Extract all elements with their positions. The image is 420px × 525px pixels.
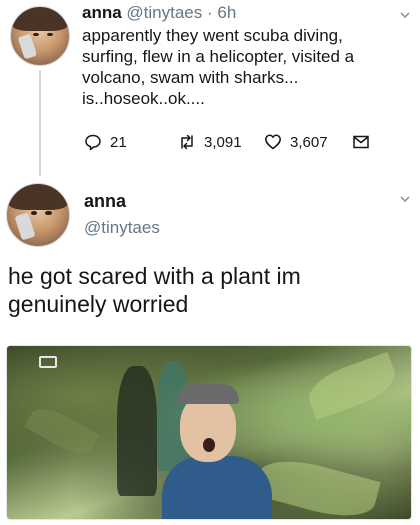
reply-button[interactable]: 21 [84,131,127,153]
display-name[interactable]: anna [82,3,122,22]
tweet-line: apparently they went scuba diving, [82,26,343,45]
like-button[interactable]: 3,607 [264,131,328,153]
tweet-header: anna @tinytaes · 6h [82,3,236,23]
avatar[interactable] [6,183,70,247]
direct-message-button[interactable] [352,131,378,153]
fern-leaf [302,351,402,421]
chevron-down-icon[interactable] [398,192,412,206]
background-hiker [117,366,157,496]
headband [177,384,239,404]
tweet-line: volcano, swam with sharks... [82,68,299,87]
chevron-down-icon[interactable] [398,8,412,22]
thread-line [39,70,41,176]
separator: · [202,3,218,22]
tweet-line: surfing, flew in a helicopter, visited a [82,47,355,66]
fern-leaf [24,400,100,462]
envelope-icon [353,135,369,149]
jacket [162,456,272,519]
heart-icon [265,134,281,150]
tweet-line: he got scared with a plant im [8,263,301,289]
tweet-actions: 21 3,091 3,607 [84,131,384,153]
user-handle[interactable]: @tinytaes [84,218,160,238]
reply-count: 21 [110,133,127,151]
reply-icon [85,134,101,151]
tweet-media-image[interactable] [6,345,412,520]
retweet-icon [181,134,193,150]
tweet-text: he got scared with a plant im genuinely … [8,262,408,318]
user-handle[interactable]: @tinytaes [126,3,202,22]
retweet-button[interactable]: 3,091 [178,131,242,153]
retweet-count: 3,091 [204,133,242,151]
display-name[interactable]: anna [84,191,126,212]
video-icon [39,356,57,368]
tweet-line: is..hoseok..ok.... [82,89,205,108]
avatar[interactable] [10,6,70,66]
tweet-text: apparently they went scuba diving, surfi… [82,25,402,109]
timestamp[interactable]: 6h [217,3,236,22]
tweet-line: genuinely worried [8,291,189,317]
mouth [203,438,215,452]
fern-leaf [253,451,381,519]
like-count: 3,607 [290,133,328,151]
